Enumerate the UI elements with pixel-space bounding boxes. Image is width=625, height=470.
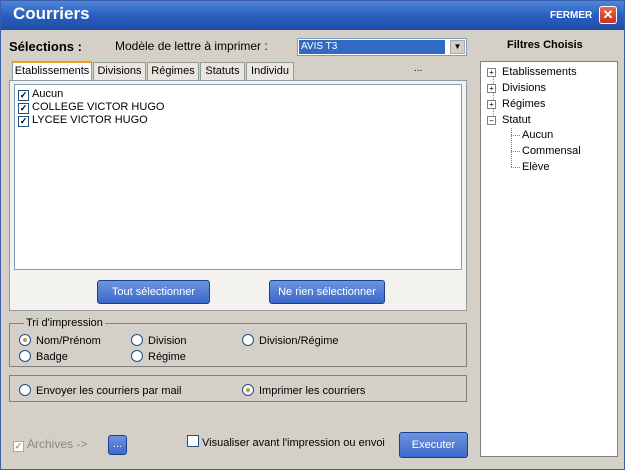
model-label: Modèle de lettre à imprimer : — [115, 39, 268, 53]
close-label[interactable]: FERMER — [550, 10, 592, 21]
select-none-button[interactable]: Ne rien sélectionner — [269, 280, 385, 304]
tree-node-label: Divisions — [502, 82, 547, 94]
radio-label: Régime — [148, 351, 186, 363]
tree-node-label: Statut — [502, 114, 531, 126]
close-icon[interactable]: ✕ — [599, 6, 617, 24]
tree-node-statut[interactable]: − Statut — [487, 114, 531, 127]
tree-node-regimes[interactable]: + Régimes — [487, 98, 545, 111]
preview-option[interactable]: Visualiser avant l'impression ou envoi — [187, 435, 385, 449]
tab-etablissements[interactable]: Etablissements — [12, 61, 92, 81]
checkbox-checked[interactable]: ✓ — [13, 441, 24, 452]
title-bar: Courriers FERMER ✕ — [1, 1, 624, 30]
sort-legend: Tri d'impression — [24, 317, 105, 329]
collapse-icon[interactable]: − — [487, 116, 496, 125]
list-item[interactable]: ✓ Aucun — [18, 88, 63, 101]
model-select[interactable]: AVIS T3 ▼ — [297, 38, 467, 56]
window-title: Courriers — [13, 4, 90, 23]
tree-node-label: Régimes — [502, 98, 546, 110]
list-item-label: COLLEGE VICTOR HUGO — [32, 101, 165, 113]
courriers-window: Courriers FERMER ✕ Sélections : Modèle d… — [0, 0, 625, 470]
browse-button[interactable]: ... — [108, 435, 127, 455]
tab-panel: ✓ Aucun ✓ COLLEGE VICTOR HUGO ✓ LYCEE VICTO… — [9, 80, 467, 311]
tree-leaf-commensal[interactable]: Commensal — [522, 145, 581, 158]
radio-division[interactable]: Division — [131, 334, 187, 347]
radio-division-regime[interactable]: Division/Régime — [242, 334, 338, 347]
list-item-label: LYCEE VICTOR HUGO — [32, 114, 148, 126]
output-group: Envoyer les courriers par mail Imprimer … — [9, 375, 467, 402]
radio-label: Badge — [36, 351, 68, 363]
tab-divisions[interactable]: Divisions — [93, 62, 146, 80]
radio-label: Imprimer les courriers — [259, 385, 366, 397]
tree-guide — [511, 128, 512, 167]
checkbox-unchecked[interactable] — [187, 435, 199, 447]
filters-title: Filtres Choisis — [507, 39, 583, 51]
radio-regime[interactable]: Régime — [131, 350, 186, 363]
checkbox-checked[interactable]: ✓ — [18, 103, 29, 114]
model-select-value: AVIS T3 — [299, 40, 445, 54]
etablissements-list[interactable]: ✓ Aucun ✓ COLLEGE VICTOR HUGO ✓ LYCEE VICTO… — [14, 84, 462, 270]
radio-nom-prenom[interactable]: Nom/Prénom — [19, 334, 101, 347]
tab-regimes[interactable]: Régimes — [147, 62, 199, 80]
sort-group: Tri d'impression Nom/Prénom Division Div… — [9, 317, 467, 367]
checkbox-checked[interactable]: ✓ — [18, 90, 29, 101]
tree-guide — [511, 167, 520, 168]
tab-statuts[interactable]: Statuts — [200, 62, 245, 80]
tree-node-etablissements[interactable]: + Etablissements — [487, 66, 577, 79]
preview-label: Visualiser avant l'impression ou envoi — [202, 437, 385, 449]
list-item[interactable]: ✓ COLLEGE VICTOR HUGO — [18, 101, 164, 114]
radio-print[interactable]: Imprimer les courriers — [242, 384, 365, 397]
radio-label: Division/Régime — [259, 335, 339, 347]
tab-individu[interactable]: Individu — [246, 62, 294, 80]
list-item[interactable]: ✓ LYCEE VICTOR HUGO — [18, 114, 148, 127]
list-item-label: Aucun — [32, 88, 64, 100]
radio-badge[interactable]: Badge — [19, 350, 68, 363]
archives-label: Archives -> — [27, 437, 88, 451]
selections-label: Sélections : — [9, 39, 82, 54]
select-all-button[interactable]: Tout sélectionner — [97, 280, 210, 304]
checkbox-checked[interactable]: ✓ — [18, 116, 29, 127]
expand-icon[interactable]: + — [487, 100, 496, 109]
expand-icon[interactable]: + — [487, 84, 496, 93]
tree-node-divisions[interactable]: + Divisions — [487, 82, 546, 95]
expand-icon[interactable]: + — [487, 68, 496, 77]
tree-guide — [511, 151, 520, 152]
tabs-more: ... — [414, 63, 423, 74]
filters-tree[interactable]: + Etablissements + Divisions + Régimes − Sta… — [480, 61, 618, 457]
tree-node-label: Etablissements — [502, 66, 577, 78]
tree-leaf-aucun[interactable]: Aucun — [522, 129, 553, 142]
archives-option[interactable]: ✓ Archives -> — [13, 437, 87, 452]
radio-label: Envoyer les courriers par mail — [36, 385, 182, 397]
execute-button[interactable]: Executer — [399, 432, 468, 458]
tree-leaf-eleve[interactable]: Elève — [522, 161, 550, 174]
radio-label: Nom/Prénom — [36, 335, 101, 347]
radio-send-mail[interactable]: Envoyer les courriers par mail — [19, 384, 182, 397]
chevron-down-icon[interactable]: ▼ — [450, 40, 465, 54]
radio-label: Division — [148, 335, 187, 347]
tree-guide — [511, 135, 520, 136]
